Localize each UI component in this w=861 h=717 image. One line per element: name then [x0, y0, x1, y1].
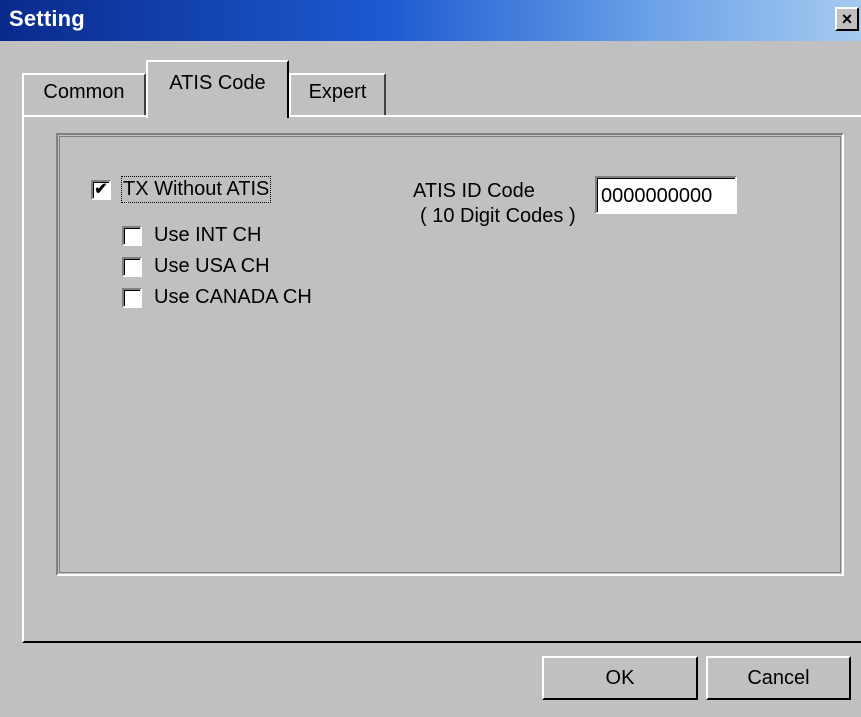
use-int-ch-option[interactable]: Use INT CH [122, 224, 261, 247]
title-bar: Setting × [0, 0, 861, 41]
tab-expert[interactable]: Expert [289, 73, 386, 115]
close-button[interactable]: × [835, 7, 859, 31]
use-canada-ch-checkbox[interactable] [122, 287, 142, 308]
atis-id-code-input[interactable] [595, 176, 737, 214]
tab-expert-label: Expert [308, 81, 367, 103]
checkmark-icon: ✔ [94, 180, 108, 198]
tx-without-atis-option[interactable]: ✔ TX Without ATIS [91, 176, 272, 203]
atis-digit-hint: ( 10 Digit Codes ) [420, 205, 576, 227]
tab-atis-code-label: ATIS Code [169, 72, 266, 94]
tab-atis-code[interactable]: ATIS Code [146, 60, 289, 118]
use-usa-ch-option[interactable]: Use USA CH [122, 255, 270, 278]
cancel-button-label: Cancel [747, 666, 810, 689]
cancel-button[interactable]: Cancel [706, 656, 851, 700]
close-icon: × [841, 9, 853, 29]
use-canada-ch-label: Use CANADA CH [154, 286, 312, 308]
tab-common[interactable]: Common [22, 73, 146, 115]
tx-without-atis-checkbox[interactable]: ✔ [91, 179, 111, 200]
tab-common-label: Common [43, 81, 125, 103]
settings-dialog: Setting × Common ATIS Code Expert ✔ TX W… [0, 0, 861, 717]
ok-button-label: OK [605, 666, 635, 689]
ok-button[interactable]: OK [542, 656, 698, 700]
use-int-ch-label: Use INT CH [154, 224, 262, 246]
use-usa-ch-checkbox[interactable] [122, 256, 142, 277]
tx-without-atis-label: TX Without ATIS [120, 176, 272, 203]
use-int-ch-checkbox[interactable] [122, 225, 142, 246]
use-canada-ch-option[interactable]: Use CANADA CH [122, 286, 318, 309]
use-usa-ch-label: Use USA CH [154, 255, 270, 277]
atis-id-code-label: ATIS ID Code [413, 180, 535, 202]
window-title: Setting [9, 6, 85, 31]
